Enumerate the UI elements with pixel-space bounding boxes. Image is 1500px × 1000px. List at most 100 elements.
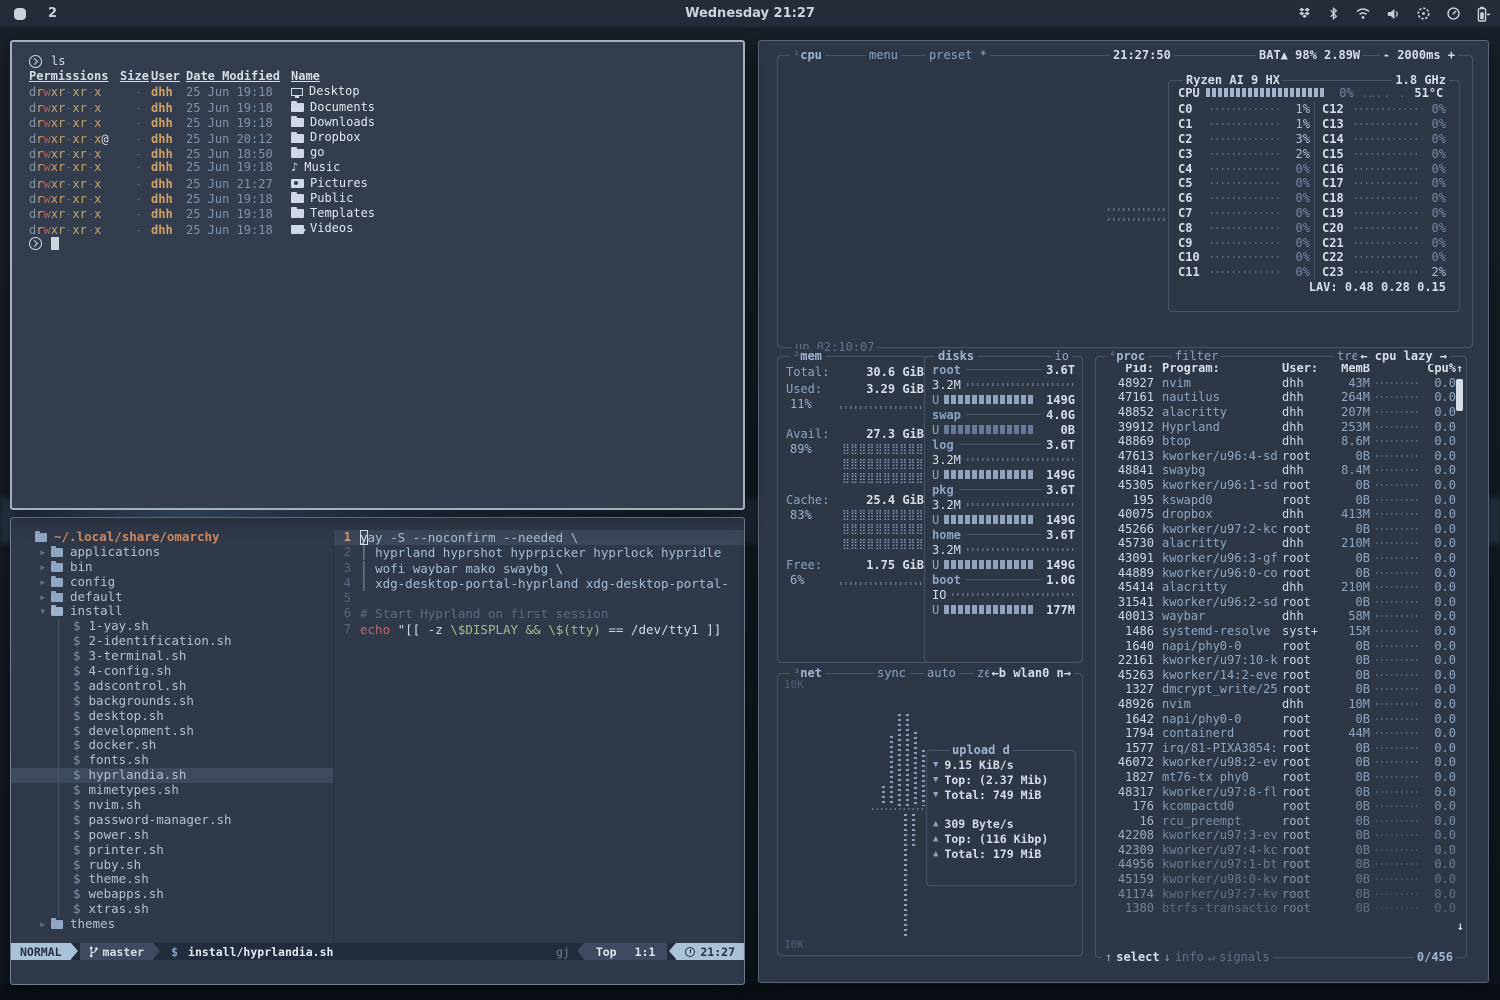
process-row[interactable]: 42208kworker/u97:3-evroot0B0.0 [1102, 828, 1456, 843]
preset-button[interactable]: preset * [926, 48, 990, 63]
tree-file-desktop.sh[interactable]: $desktop.sh [11, 709, 333, 724]
tree-dir-themes[interactable]: ▸themes [11, 917, 333, 932]
io-mode-button[interactable]: io [1052, 349, 1072, 364]
prompt-line-current[interactable] [29, 236, 743, 251]
process-row[interactable]: 48841swaybgdhh8.4M0.0 [1102, 463, 1456, 478]
tree-dir-install[interactable]: ▾install [11, 604, 333, 619]
btop-window[interactable]: ¹cpu menu preset * 21:27:50 BAT▲ 98% 2.8… [758, 40, 1489, 983]
scroll-down-icon[interactable]: ↓ [1457, 919, 1464, 933]
process-row[interactable]: 22161kworker/u97:10-kroot0B0.0 [1102, 653, 1456, 668]
neovim-window[interactable]: ~/.local/share/omarchy▸applications▸bin▸… [10, 517, 745, 985]
disk-entry: root3.6T3.2MU149G [932, 362, 1075, 407]
tab-proc[interactable]: ⁴proc [1106, 349, 1148, 364]
process-row[interactable]: 1486systemd-resolvesyst+15M0.0 [1102, 624, 1456, 639]
tree-file-4-config.sh[interactable]: $4-config.sh [11, 664, 333, 679]
volume-icon[interactable] [1386, 7, 1401, 21]
process-row[interactable]: 31541kworker/u96:2-sdroot0B0.0 [1102, 595, 1456, 610]
process-row[interactable]: 39912Hyprlanddhh253M0.0 [1102, 419, 1456, 434]
process-row[interactable]: 1642napi/phy0-0root0B0.0 [1102, 711, 1456, 726]
update-interval-control[interactable]: - 2000ms + [1380, 48, 1458, 63]
process-row[interactable]: 45414alacrittydhh210M0.0 [1102, 580, 1456, 595]
process-row[interactable]: 46072kworker/u98:2-evroot0B0.0 [1102, 755, 1456, 770]
editor-line: 6# Start Hyprland on first session [334, 606, 744, 621]
process-row[interactable]: 176kcompactd0root0B0.0 [1102, 799, 1456, 814]
process-row[interactable]: 1327dmcrypt_write/25root0B0.0 [1102, 682, 1456, 697]
tree-dir-applications[interactable]: ▸applications [11, 545, 333, 560]
process-row[interactable]: 48317kworker/u97:8-flroot0B0.0 [1102, 784, 1456, 799]
tree-file-adscontrol.sh[interactable]: $adscontrol.sh [11, 679, 333, 694]
tree-file-3-terminal.sh[interactable]: $3-terminal.sh [11, 649, 333, 664]
process-row[interactable]: 16rcu_preemptroot0B0.0 [1102, 813, 1456, 828]
process-row[interactable]: 48926nvimdhh10M0.0 [1102, 697, 1456, 712]
process-row[interactable]: 44889kworker/u96:0-coroot0B0.0 [1102, 565, 1456, 580]
wifi-icon[interactable] [1355, 7, 1371, 20]
process-row[interactable]: 48869btopdhh8.6M0.0 [1102, 434, 1456, 449]
tree-root[interactable]: ~/.local/share/omarchy [11, 530, 333, 545]
process-row[interactable]: 47161nautilusdhh264M0.0 [1102, 390, 1456, 405]
tree-dir-bin[interactable]: ▸bin [11, 560, 333, 575]
process-row[interactable]: 40013waybardhh58M0.0 [1102, 609, 1456, 624]
gauge-icon[interactable] [1446, 6, 1461, 21]
process-row[interactable]: 1794containerdroot44M0.0 [1102, 726, 1456, 741]
tree-file-printer.sh[interactable]: $printer.sh [11, 843, 333, 858]
editor-buffer[interactable]: 1yay -S --noconfirm --needed \2│ hyprlan… [333, 530, 744, 942]
tree-file-ruby.sh[interactable]: $ruby.sh [11, 858, 333, 873]
sort-direction-arrow[interactable]: ↑ [1456, 362, 1463, 375]
tree-file-1-yay.sh[interactable]: $1-yay.sh [11, 619, 333, 634]
process-row[interactable]: 48852alacrittydhh207M0.0 [1102, 405, 1456, 420]
process-row[interactable]: 1640napi/phy0-0root0B0.0 [1102, 638, 1456, 653]
tree-file-fonts.sh[interactable]: $fonts.sh [11, 753, 333, 768]
proc-scrollbar[interactable] [1456, 379, 1463, 411]
idle-inhibitor-icon[interactable] [1416, 6, 1431, 21]
proc-sort-control[interactable]: ← cpu lazy → [1357, 349, 1450, 364]
process-row[interactable]: 1577irq/81-PIXA3854:root0B0.0 [1102, 740, 1456, 755]
tree-file-development.sh[interactable]: $development.sh [11, 724, 333, 739]
process-row[interactable]: 45730alacrittydhh210M0.0 [1102, 536, 1456, 551]
tree-file-backgrounds.sh[interactable]: $backgrounds.sh [11, 694, 333, 709]
process-row[interactable]: 45305kworker/u96:1-sdroot0B0.0 [1102, 478, 1456, 493]
process-row[interactable]: 45159kworker/u98:0-kvroot0B0.0 [1102, 872, 1456, 887]
process-row[interactable]: 1827mt76-tx phy0root0B0.0 [1102, 770, 1456, 785]
select-button[interactable]: select [1116, 950, 1159, 965]
process-row[interactable]: 43091kworker/u96:3-gfroot0B0.0 [1102, 551, 1456, 566]
terminal-window[interactable]: ls PermissionsSizeUserDate ModifiedName … [10, 40, 745, 510]
proc-filter-button[interactable]: filter [1172, 349, 1221, 364]
mem-entry: Free:1.75 GiB6% [786, 558, 924, 587]
battery-icon[interactable] [1476, 6, 1490, 22]
tree-file-mimetypes.sh[interactable]: $mimetypes.sh [11, 783, 333, 798]
info-button[interactable]: info [1175, 950, 1204, 965]
battery-status: BAT▲ 98% 2.89W [1256, 48, 1363, 63]
process-row[interactable]: 40075dropboxdhh413M0.0 [1102, 507, 1456, 522]
select-down-icon[interactable]: ↓ [1164, 950, 1171, 965]
tree-file-password-manager.sh[interactable]: $password-manager.sh [11, 813, 333, 828]
script-icon: $ [73, 813, 81, 828]
process-row[interactable]: 45263kworker/14:2-everoot0B0.0 [1102, 667, 1456, 682]
dropbox-icon[interactable] [1297, 6, 1312, 21]
process-row[interactable]: 48927nvimdhh43M0.0 [1102, 376, 1456, 391]
process-row[interactable]: 41174kworker/u97:7-kvroot0B0.0 [1102, 886, 1456, 901]
tree-file-power.sh[interactable]: $power.sh [11, 828, 333, 843]
tree-file-2-identification.sh[interactable]: $2-identification.sh [11, 634, 333, 649]
menu-button[interactable]: menu [866, 48, 901, 63]
tree-file-webapps.sh[interactable]: $webapps.sh [11, 887, 333, 902]
process-row[interactable]: 47613kworker/u96:4-sdroot0B0.0 [1102, 449, 1456, 464]
tree-dir-config[interactable]: ▸config [11, 575, 333, 590]
process-row[interactable]: 1380btrfs-transactioroot0B0.0 [1102, 901, 1456, 916]
tab-mem[interactable]: ²mem [790, 349, 825, 364]
tree-dir-default[interactable]: ▸default [11, 590, 333, 605]
signals-button[interactable]: signals [1219, 950, 1270, 965]
tab-cpu[interactable]: ¹cpu [790, 48, 825, 63]
tree-file-docker.sh[interactable]: $docker.sh [11, 738, 333, 753]
process-row[interactable]: 44956kworker/u97:1-btroot0B0.0 [1102, 857, 1456, 872]
process-list[interactable]: 48927nvimdhh43M0.047161nautilusdhh264M0.… [1102, 376, 1456, 916]
process-row[interactable]: 195kswapd0root0B0.0 [1102, 492, 1456, 507]
process-row[interactable]: 42309kworker/u97:4-kcroot0B0.0 [1102, 843, 1456, 858]
tree-file-xtras.sh[interactable]: $xtras.sh [11, 902, 333, 917]
bluetooth-icon[interactable] [1327, 6, 1340, 21]
tree-file-hyprlandia.sh[interactable]: $hyprlandia.sh [11, 768, 333, 783]
tree-file-nvim.sh[interactable]: $nvim.sh [11, 798, 333, 813]
tree-file-theme.sh[interactable]: $theme.sh [11, 872, 333, 887]
process-row[interactable]: 45266kworker/u97:2-kcroot0B0.0 [1102, 522, 1456, 537]
select-up-icon[interactable]: ↑ [1105, 950, 1112, 965]
music-icon: ♪ [291, 160, 298, 175]
